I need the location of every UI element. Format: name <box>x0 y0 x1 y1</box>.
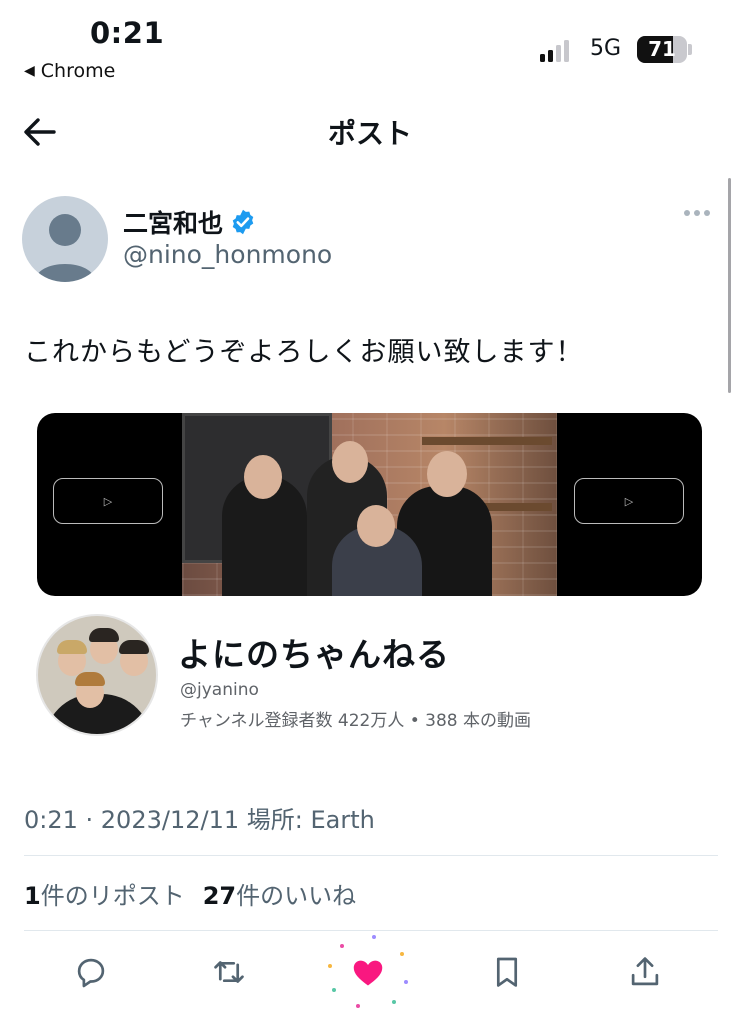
banner-photo <box>182 413 557 596</box>
battery-cap <box>688 44 692 55</box>
reposts-label: 件のリポスト <box>40 882 185 910</box>
likes-count: 27 <box>202 882 237 910</box>
status-time: 0:21 <box>90 16 165 50</box>
channel-logo-right: ▷ <box>574 478 684 524</box>
back-to-app[interactable]: ◀ Chrome <box>24 60 115 82</box>
divider <box>24 855 718 856</box>
likes-label: 件のいいね <box>236 882 357 910</box>
like-icon <box>353 960 383 986</box>
person-head <box>244 455 282 499</box>
bookmark-button[interactable] <box>485 950 529 994</box>
signal-icon <box>540 38 569 62</box>
channel-stats: チャンネル登録者数 422万人 • 388 本の動画 <box>180 711 532 731</box>
post-meta: 0:21 · 2023/12/11 場所: Earth <box>24 806 375 834</box>
post-text: これからもどうぞよろしくお願い致します！ <box>24 337 584 368</box>
shelf <box>422 437 552 445</box>
scroll-indicator[interactable] <box>728 178 731 393</box>
back-app-label: Chrome <box>40 60 116 82</box>
author-name: 二宮和也 <box>123 209 224 238</box>
share-button[interactable] <box>623 950 667 994</box>
person-head <box>357 505 395 547</box>
battery-level: 71 <box>648 37 676 61</box>
person-head <box>332 441 368 483</box>
page-title: ポスト <box>327 117 412 150</box>
author-handle[interactable]: @nino_honmono <box>123 240 332 269</box>
bookmark-icon <box>496 957 518 987</box>
back-triangle-icon: ◀ <box>24 63 35 79</box>
more-icon[interactable] <box>684 210 710 216</box>
channel-avatar[interactable] <box>36 614 158 736</box>
likes-stat[interactable]: 27件のいいね <box>203 876 356 911</box>
default-avatar-icon <box>35 214 95 282</box>
reposts-count: 1 <box>24 882 41 910</box>
person-head <box>427 451 467 497</box>
repost-icon <box>214 961 244 983</box>
author-name-row[interactable]: 二宮和也 <box>123 204 257 240</box>
channel-name[interactable]: よにのちゃんねる <box>178 628 450 676</box>
channel-handle: @jyanino <box>180 680 259 700</box>
network-type: 5G <box>590 36 622 61</box>
repost-button[interactable] <box>207 950 251 994</box>
channel-banner-image[interactable]: ▷ ▷ <box>37 413 702 596</box>
battery-icon: 71 <box>637 36 687 63</box>
author-avatar[interactable] <box>22 196 108 282</box>
divider <box>24 930 718 931</box>
like-button[interactable] <box>346 950 390 994</box>
reply-button[interactable] <box>69 950 113 994</box>
channel-logo-left: ▷ <box>53 478 163 524</box>
verified-badge-icon <box>232 209 254 235</box>
reply-icon <box>77 958 105 988</box>
share-icon <box>631 957 659 986</box>
engagement-stats: 1件のリポスト 27件のいいね <box>24 876 356 911</box>
reposts-stat[interactable]: 1件のリポスト <box>24 876 185 911</box>
